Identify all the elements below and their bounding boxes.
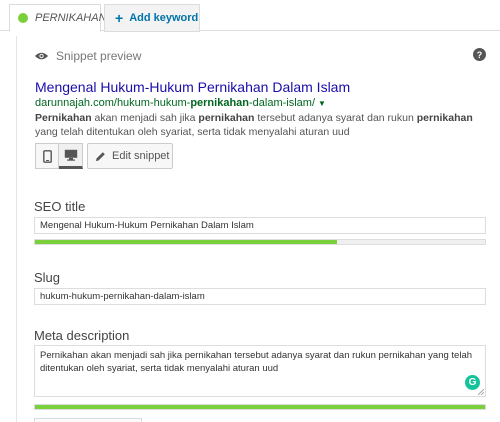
desc-text: yang telah ditentukan oleh syariat, sert…	[35, 126, 350, 138]
mobile-preview-button[interactable]	[35, 143, 59, 169]
grammarly-icon[interactable]: G	[465, 375, 480, 390]
resize-handle-icon[interactable]	[478, 389, 484, 395]
snippet-preview-header[interactable]: Snippet preview ?	[34, 46, 492, 66]
mobile-icon	[42, 149, 52, 163]
serp-title: Mengenal Hukum-Hukum Pernikahan Dalam Is…	[35, 79, 351, 95]
desktop-icon	[64, 149, 77, 161]
seo-title-progress	[34, 239, 486, 245]
snippet-panel: Snippet preview ? Mengenal Hukum-Hukum P…	[16, 36, 496, 422]
device-toggle	[35, 143, 83, 169]
meta-description-input[interactable]: Pernikahan akan menjadi sah jika pernika…	[34, 345, 486, 397]
serp-url-prefix: darunnajah.com/hukum-hukum-	[35, 97, 191, 109]
edit-snippet-button[interactable]: Edit snippet	[87, 143, 173, 169]
serp-url: darunnajah.com/hukum-hukum-pernikahan-da…	[35, 97, 326, 109]
status-dot-icon	[18, 13, 28, 23]
desc-keyword: pernikahan	[416, 112, 473, 124]
slug-label: Slug	[34, 270, 61, 285]
desc-keyword: Pernikahan	[35, 112, 92, 124]
meta-description-progress-fill	[35, 405, 485, 409]
slug-input[interactable]: hukum-hukum-pernikahan-dalam-islam	[34, 288, 486, 305]
snippet-preview-label: Snippet preview	[56, 49, 142, 63]
seo-title-label: SEO title	[34, 199, 86, 214]
meta-description-label: Meta description	[34, 328, 130, 343]
yoast-seo-box: PERNIKAHAN + Add keyword Snippet preview…	[0, 0, 500, 422]
add-keyword-button[interactable]: + Add keyword	[104, 4, 200, 32]
plus-icon: +	[115, 10, 124, 26]
desc-text: akan menjadi sah jika	[91, 112, 199, 124]
desc-text: tersebut adanya syarat dan rukun	[254, 112, 417, 124]
help-icon[interactable]: ?	[473, 48, 486, 61]
serp-url-keyword: pernikahan	[190, 97, 249, 109]
tab-keyword-active[interactable]: PERNIKAHAN	[9, 4, 107, 32]
meta-description-text: Pernikahan akan menjadi sah jika pernika…	[40, 350, 473, 374]
seo-title-progress-fill	[35, 240, 337, 244]
desc-keyword: pernikahan	[198, 112, 255, 124]
serp-url-suffix: -dalam-islam/	[249, 97, 316, 109]
close-editor-button[interactable]	[34, 418, 142, 422]
desktop-preview-button[interactable]	[59, 143, 83, 169]
serp-description: Pernikahan akan menjadi sah jika pernika…	[35, 111, 475, 139]
edit-snippet-label: Edit snippet	[112, 150, 170, 162]
keyword-tabs: PERNIKAHAN + Add keyword	[0, 0, 500, 32]
meta-description-progress	[34, 404, 486, 410]
caret-down-icon: ▼	[318, 99, 326, 108]
seo-title-input[interactable]: Mengenal Hukum-Hukum Pernikahan Dalam Is…	[34, 217, 486, 234]
eye-icon	[34, 52, 49, 60]
pencil-icon	[96, 151, 105, 161]
add-keyword-label: Add keyword	[129, 12, 199, 24]
tab-keyword-label: PERNIKAHAN	[35, 12, 107, 24]
